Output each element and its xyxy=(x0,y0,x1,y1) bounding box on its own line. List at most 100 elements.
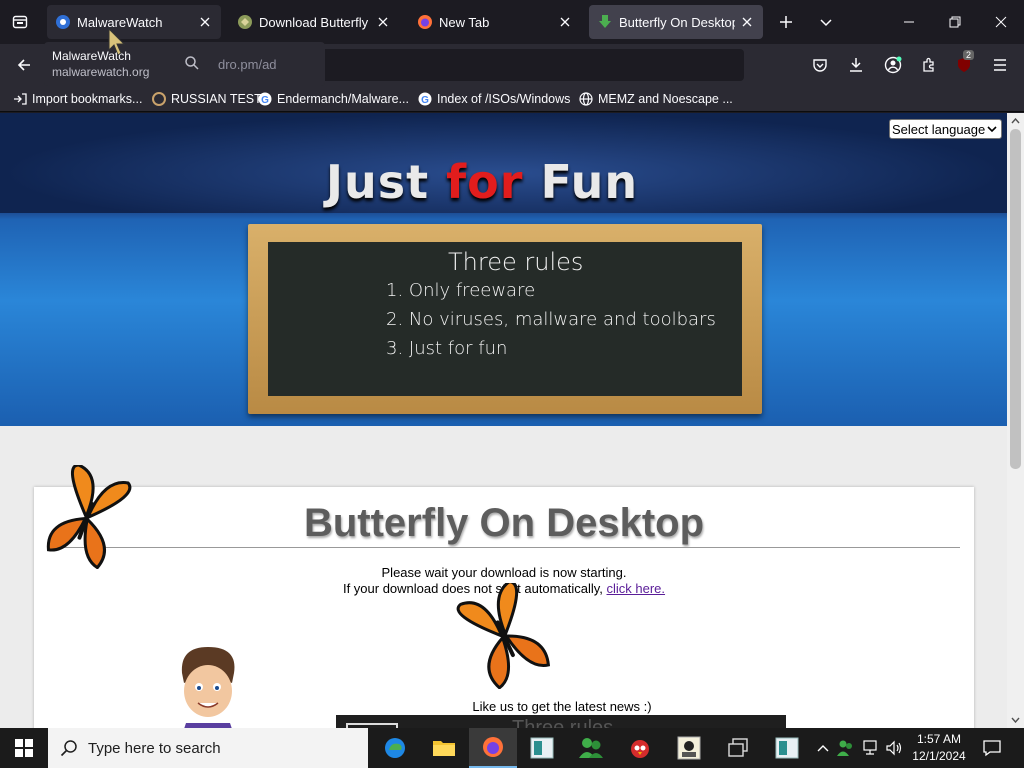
search-icon xyxy=(60,740,77,757)
chevron-up-icon xyxy=(817,745,829,752)
rule-2: 2. No viruses, mallware and toolbars xyxy=(386,309,716,330)
taskbar-users-app[interactable] xyxy=(567,728,615,768)
speaker-icon xyxy=(886,740,902,756)
list-all-tabs-button[interactable] xyxy=(812,8,840,36)
windows-taskbar: Type here to search 1:57 AM 12/1/2024 xyxy=(0,728,1024,768)
tab-malwarewatch[interactable]: MalwareWatch xyxy=(47,5,221,39)
download-icon xyxy=(850,58,862,72)
logo-word-just: Just xyxy=(325,155,430,209)
bookmark-label: Import bookmarks... xyxy=(32,92,143,106)
tab-download-butterfly[interactable]: Download Butterfly On xyxy=(229,5,399,39)
taskbar-clock[interactable]: 1:57 AM 12/1/2024 xyxy=(906,731,972,765)
wait-message: Please wait your download is now startin… xyxy=(381,565,627,580)
divider xyxy=(62,547,960,548)
app-window-icon xyxy=(530,737,554,759)
tab-butterfly-on-desktop[interactable]: Butterfly On Desktop d xyxy=(589,5,763,39)
restore-icon xyxy=(949,16,961,28)
back-button[interactable] xyxy=(10,51,38,79)
taskbar-angry-birds[interactable] xyxy=(616,728,664,768)
plus-icon xyxy=(780,16,792,28)
firefox-icon xyxy=(483,737,503,757)
site-banner: Just for Fun Select language Three rules… xyxy=(0,113,1007,426)
account-button[interactable] xyxy=(879,51,907,79)
logo-word-fun: Fun xyxy=(540,155,639,209)
tab-title: MalwareWatch xyxy=(77,14,163,30)
taskbar-game[interactable] xyxy=(665,728,713,768)
site-icon xyxy=(151,91,167,107)
scrollbar-thumb[interactable] xyxy=(1010,129,1021,469)
close-tab-icon[interactable] xyxy=(557,14,573,30)
taskbar-search-box[interactable]: Type here to search xyxy=(48,728,368,768)
download-arrow-icon xyxy=(599,15,611,28)
bookmark-endermanch[interactable]: G Endermanch/Malware... xyxy=(257,90,409,108)
close-tab-icon[interactable] xyxy=(739,14,755,30)
taskbar-app-window[interactable] xyxy=(518,728,566,768)
close-window-button[interactable] xyxy=(978,0,1024,44)
chalkboard: Three rules 1. Only freeware 2. No virus… xyxy=(248,224,762,414)
minimize-icon xyxy=(904,21,914,23)
google-icon: G xyxy=(257,91,273,107)
notifications-button[interactable] xyxy=(978,728,1006,768)
tab-new-tab[interactable]: New Tab xyxy=(409,5,581,39)
page-viewport: Just for Fun Select language Three rules… xyxy=(0,113,1007,728)
url-text[interactable]: dro.pm/ad xyxy=(218,57,277,72)
hamburger-icon xyxy=(994,59,1006,71)
cartoon-man-image xyxy=(181,647,235,728)
close-tab-icon[interactable] xyxy=(375,14,391,30)
tray-users[interactable] xyxy=(836,728,856,768)
page-scrollbar[interactable] xyxy=(1007,113,1024,728)
game-icon xyxy=(677,736,701,760)
start-button[interactable] xyxy=(0,728,48,768)
puzzle-icon xyxy=(923,57,934,72)
pocket-button[interactable] xyxy=(806,51,834,79)
bookmark-import[interactable]: Import bookmarks... xyxy=(12,90,142,108)
svg-text:G: G xyxy=(261,95,269,106)
minimize-button[interactable] xyxy=(886,0,932,44)
logo-word-for: for xyxy=(446,155,524,209)
video-embed[interactable]: Three rules xyxy=(336,715,786,728)
taskbar-app-window-2[interactable] xyxy=(763,728,811,768)
firefox-view-icon xyxy=(12,15,28,29)
notification-icon xyxy=(983,740,1001,757)
search-icon xyxy=(185,56,199,70)
scroll-down-button[interactable] xyxy=(1007,713,1024,727)
chevron-down-icon xyxy=(820,19,832,27)
rules-title: Three rules xyxy=(448,248,584,276)
ublock-button[interactable]: 2 xyxy=(950,50,978,79)
tab-title: Download Butterfly On xyxy=(259,14,371,30)
taskbar-edge[interactable] xyxy=(371,728,419,768)
tray-network[interactable] xyxy=(860,728,882,768)
back-arrow-icon xyxy=(17,59,30,71)
taskbar-task-view[interactable] xyxy=(714,728,762,768)
search-placeholder: Type here to search xyxy=(88,739,221,757)
tab-title: Butterfly On Desktop d xyxy=(619,14,735,30)
restore-button[interactable] xyxy=(932,0,978,44)
new-tab-button[interactable] xyxy=(772,8,800,36)
close-tab-icon[interactable] xyxy=(197,14,213,30)
extensions-button[interactable] xyxy=(915,51,943,79)
bookmark-memz[interactable]: MEMZ and Noescape ... xyxy=(578,90,733,108)
chevron-down-icon xyxy=(1011,717,1020,723)
bookmark-russian-test[interactable]: RUSSIAN TEST xyxy=(151,90,262,108)
click-here-link[interactable]: click here. xyxy=(607,581,666,596)
downloads-button[interactable] xyxy=(842,51,870,79)
bookmarks-toolbar: Import bookmarks... RUSSIAN TEST G Ender… xyxy=(0,86,1024,112)
language-select[interactable]: Select language xyxy=(889,119,1002,139)
show-hidden-icons-button[interactable] xyxy=(814,728,832,768)
bookmark-index-isos[interactable]: G Index of /ISOs/Windows xyxy=(417,90,570,108)
svg-text:G: G xyxy=(421,95,429,106)
bookmark-label: Endermanch/Malware... xyxy=(277,92,410,106)
tray-volume[interactable] xyxy=(884,728,904,768)
tab-strip: MalwareWatch Download Butterfly On New T… xyxy=(0,0,1024,44)
malwarewatch-favicon-icon xyxy=(56,15,70,29)
bookmark-label: MEMZ and Noescape ... xyxy=(598,92,733,106)
account-icon xyxy=(884,56,902,74)
firefox-view-button[interactable] xyxy=(6,8,34,36)
scroll-up-button[interactable] xyxy=(1007,114,1024,128)
preview-url: malwarewatch.org xyxy=(52,65,150,79)
tab-title: New Tab xyxy=(439,14,490,30)
menu-button[interactable] xyxy=(986,51,1014,79)
firefox-icon xyxy=(418,15,432,29)
taskbar-firefox[interactable] xyxy=(469,728,517,768)
taskbar-file-explorer[interactable] xyxy=(420,728,468,768)
